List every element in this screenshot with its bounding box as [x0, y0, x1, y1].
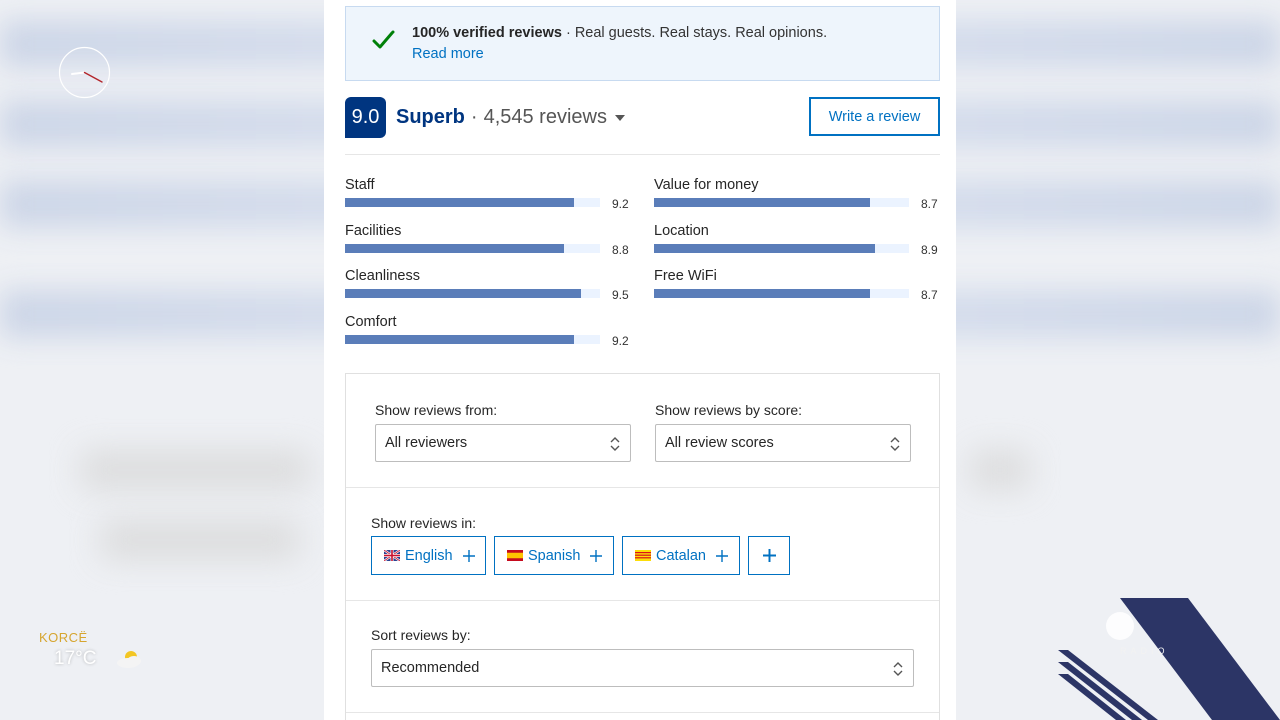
uk-flag-icon [384, 550, 400, 561]
score-bar-fill [345, 198, 574, 207]
plus-icon [462, 549, 475, 562]
plus-icon [590, 549, 603, 562]
category-value: 9.5 [612, 288, 629, 302]
category-value-for-money: Value for money 8.7 [654, 177, 940, 217]
score-bar-fill [654, 244, 876, 253]
score-select[interactable]: All review scores [655, 424, 911, 462]
category-comfort: Comfort 9.2 [345, 314, 631, 354]
category-value: 8.9 [921, 243, 938, 257]
reviewers-select-value: All reviewers [385, 435, 468, 451]
score-summary[interactable]: Superb · 4,545 reviews [396, 106, 625, 129]
category-value: 8.7 [921, 288, 938, 302]
score-bar-track [345, 289, 600, 298]
score-bar-track [654, 289, 909, 298]
category-value: 9.2 [612, 197, 629, 211]
score-select-value: All review scores [665, 435, 774, 451]
check-icon [372, 30, 395, 49]
score-bar-track [654, 244, 909, 253]
plus-icon [762, 549, 776, 562]
category-label: Location [654, 223, 709, 239]
verified-subtitle: · Real guests. Real stays. Real opinions… [561, 25, 828, 41]
blur-block [970, 450, 1030, 490]
add-language-button[interactable] [748, 536, 790, 575]
review-count: 4,545 reviews [483, 106, 607, 128]
category-free-wifi: Free WiFi 8.7 [654, 268, 940, 308]
language-label: Catalan [656, 547, 706, 564]
spain-flag-icon [507, 550, 523, 561]
category-label: Comfort [345, 314, 397, 330]
sort-select[interactable]: Recommended [371, 649, 914, 687]
category-label: Facilities [345, 223, 402, 239]
score-bar-fill [654, 289, 871, 298]
reviews-panel: 100% verified reviews · Real guests. Rea… [324, 0, 956, 720]
plus-icon [715, 549, 728, 562]
catalonia-flag-icon [635, 550, 651, 561]
city-name: KORCË [39, 630, 88, 645]
score-bar-track [654, 198, 909, 207]
verified-title: 100% verified reviews [412, 25, 562, 41]
category-label: Free WiFi [654, 268, 717, 284]
sort-label: Sort reviews by: [371, 627, 471, 643]
blur-block [100, 520, 300, 560]
partly-cloudy-icon [117, 651, 141, 668]
caret-down-icon[interactable] [614, 114, 625, 121]
score-bar-fill [345, 335, 574, 344]
blur-block [80, 450, 310, 490]
select-arrows-icon [610, 437, 620, 451]
score-filter-label: Show reviews by score: [655, 402, 803, 418]
temperature: 17°C [54, 648, 97, 669]
review-filters: Show reviews from: All reviewers Show re… [345, 373, 940, 720]
filter-divider [346, 712, 939, 713]
sort-select-value: Recommended [381, 660, 480, 676]
score-word: Superb [396, 106, 465, 128]
score-bar-track [345, 198, 600, 207]
score-badge: 9.0 [345, 97, 386, 138]
score-bar-track [345, 335, 600, 344]
clock-icon [58, 46, 111, 99]
verified-text: 100% verified reviews · Real guests. Rea… [412, 25, 827, 41]
select-arrows-icon [890, 437, 900, 451]
divider [345, 154, 940, 155]
score-bar-fill [654, 198, 871, 207]
language-english-button[interactable]: English [371, 536, 486, 575]
language-catalan-button[interactable]: Catalan [622, 536, 740, 575]
category-label: Cleanliness [345, 268, 420, 284]
filter-divider [346, 600, 939, 601]
category-facilities: Facilities 8.8 [345, 223, 631, 263]
language-label: Spanish [528, 547, 581, 564]
score-bar-fill [345, 244, 564, 253]
read-more-link[interactable]: Read more [412, 46, 484, 62]
reviewers-filter-label: Show reviews from: [375, 402, 498, 418]
write-review-button[interactable]: Write a review [809, 97, 940, 136]
category-staff: Staff 9.2 [345, 177, 631, 217]
reviewers-select[interactable]: All reviewers [375, 424, 631, 462]
select-arrows-icon [893, 662, 903, 676]
station-logo-icon [1058, 598, 1280, 720]
category-value: 8.8 [612, 243, 629, 257]
category-label: Value for money [654, 177, 759, 193]
score-separator: · [470, 106, 478, 128]
language-spanish-button[interactable]: Spanish [494, 536, 614, 575]
category-label: Staff [345, 177, 375, 193]
language-filter-label: Show reviews in: [371, 515, 477, 531]
filter-divider [346, 487, 939, 488]
category-location: Location 8.9 [654, 223, 940, 263]
score-bar-fill [345, 289, 582, 298]
language-label: English [405, 547, 453, 564]
verified-banner: 100% verified reviews · Real guests. Rea… [345, 6, 940, 81]
station-name: RADIO [1120, 646, 1169, 656]
score-bar-track [345, 244, 600, 253]
category-value: 9.2 [612, 334, 629, 348]
category-value: 8.7 [921, 197, 938, 211]
category-cleanliness: Cleanliness 9.5 [345, 268, 631, 308]
